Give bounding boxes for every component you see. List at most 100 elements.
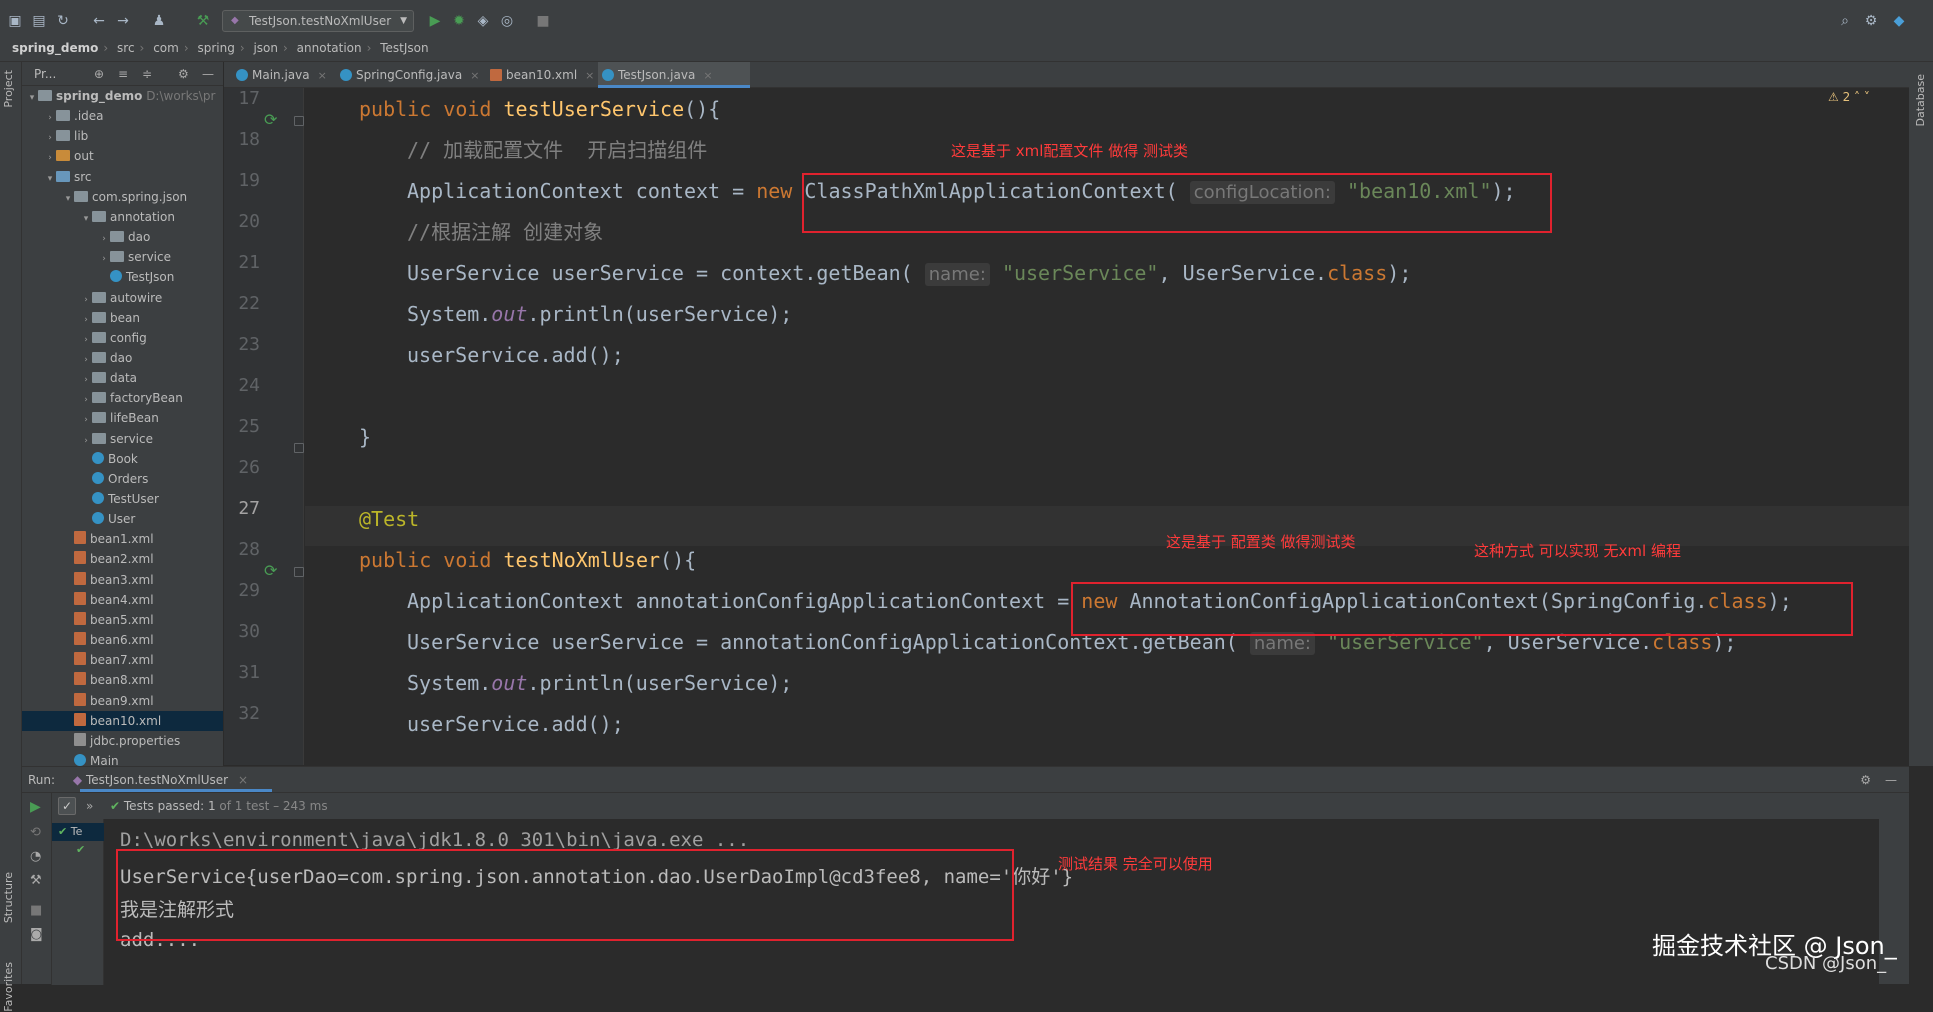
stop-icon[interactable]: ■ — [534, 12, 552, 30]
tree-item[interactable]: TestJson — [22, 267, 223, 287]
tree-item[interactable]: Main — [22, 751, 223, 766]
chevron-right-icon[interactable]: › — [80, 310, 92, 330]
locate-icon[interactable]: ⊕ — [94, 62, 104, 86]
tree-item[interactable]: bean8.xml — [22, 670, 223, 690]
tree-item[interactable]: ▾ src — [22, 167, 223, 189]
favorites-tool-tab[interactable]: Favorites — [2, 962, 15, 1012]
tree-item[interactable]: bean4.xml — [22, 590, 223, 610]
tree-item[interactable]: › lib — [22, 126, 223, 148]
chevron-right-icon[interactable]: › — [80, 431, 92, 451]
tree-item[interactable]: › data — [22, 368, 223, 390]
tree-item[interactable]: bean6.xml — [22, 630, 223, 650]
tree-item[interactable]: › autowire — [22, 288, 223, 308]
tree-item[interactable]: › config — [22, 328, 223, 350]
sync-icon[interactable]: ↻ — [54, 12, 72, 30]
structure-tool-tab[interactable]: Structure — [2, 872, 15, 923]
fold-icon[interactable] — [294, 116, 304, 126]
breadcrumb-item[interactable]: com — [153, 41, 179, 55]
fold-icon[interactable] — [294, 567, 304, 577]
tree-item[interactable]: › service — [22, 429, 223, 451]
chevron-right-icon[interactable]: › — [80, 350, 92, 370]
close-icon[interactable]: × — [470, 69, 479, 82]
project-tool-tab[interactable]: Project — [2, 70, 15, 108]
plugin-icon[interactable]: ◆ — [1890, 12, 1908, 30]
tree-item[interactable]: › .idea — [22, 106, 223, 128]
tree-item[interactable]: bean3.xml — [22, 570, 223, 590]
wrench-icon[interactable]: ⚒ — [30, 873, 42, 888]
collapse-all-icon[interactable]: ≑ — [142, 62, 152, 86]
warnings-indicator[interactable]: ⚠ 2 ˄ ˅ — [1828, 90, 1870, 104]
minimize-icon[interactable]: — — [1885, 767, 1897, 793]
breadcrumb-item[interactable]: src — [117, 41, 135, 55]
tree-item[interactable]: › dao — [22, 227, 223, 249]
show-passed-toggle[interactable]: ✓ — [58, 797, 76, 815]
close-icon[interactable]: × — [238, 773, 248, 787]
rerun-failed-icon[interactable]: ⟲ — [30, 825, 41, 840]
chevron-down-icon[interactable]: ▾ — [26, 88, 38, 108]
coverage-icon[interactable]: ◈ — [474, 12, 492, 30]
chevron-down-icon[interactable]: ▾ — [44, 169, 56, 189]
tree-item[interactable]: › lifeBean — [22, 408, 223, 430]
chevron-right-icon[interactable]: › — [98, 229, 110, 249]
tree-item[interactable]: ▾ annotation — [22, 207, 223, 229]
run-tab-label[interactable]: TestJson.testNoXmlUser — [86, 773, 228, 787]
tree-item[interactable]: jdbc.properties — [22, 731, 223, 751]
test-tree-item[interactable]: ✔ Te — [52, 823, 104, 841]
project-view-select[interactable]: Pr... — [34, 67, 56, 81]
tree-item[interactable]: Book — [22, 449, 223, 469]
settings-gear-icon[interactable]: ⚙ — [1862, 12, 1880, 30]
chevron-right-icon[interactable]: › — [44, 108, 56, 128]
breadcrumb-item[interactable]: json — [253, 41, 278, 55]
tree-item[interactable]: bean7.xml — [22, 650, 223, 670]
chevron-right-icon[interactable]: › — [80, 410, 92, 430]
back-icon[interactable]: ← — [90, 12, 108, 30]
tree-item[interactable]: › bean — [22, 308, 223, 330]
chevron-right-icon[interactable]: › — [80, 390, 92, 410]
forward-icon[interactable]: → — [114, 12, 132, 30]
chevron-down-icon[interactable]: ▾ — [80, 209, 92, 229]
breadcrumb-item[interactable]: annotation — [297, 41, 362, 55]
more-icon[interactable]: » — [86, 793, 93, 819]
run-icon[interactable]: ▶ — [426, 12, 444, 30]
minimize-icon[interactable]: — — [202, 62, 214, 86]
tab-main-java[interactable]: Main.java × — [232, 62, 327, 88]
breadcrumb-item[interactable]: spring_demo — [12, 41, 98, 55]
chevron-right-icon[interactable]: › — [44, 128, 56, 148]
build-hammer-icon[interactable]: ⚒ — [194, 12, 212, 30]
camera-icon[interactable]: ◙ — [30, 927, 43, 942]
breadcrumb-item[interactable]: TestJson — [380, 41, 428, 55]
close-icon[interactable]: × — [318, 69, 327, 82]
tab-bean10-xml[interactable]: bean10.xml × — [486, 62, 594, 88]
tree-item[interactable]: › service — [22, 247, 223, 267]
open-folder-icon[interactable]: ▣ — [6, 12, 24, 30]
debug-icon[interactable]: ✹ — [450, 12, 468, 30]
toggle-auto-test-icon[interactable]: ◔ — [30, 849, 41, 864]
profile-icon[interactable]: ◎ — [498, 12, 516, 30]
stop-icon[interactable]: ■ — [30, 903, 42, 918]
tree-item[interactable]: bean10.xml — [22, 710, 223, 731]
rerun-icon[interactable]: ▶ — [30, 799, 41, 815]
tree-item[interactable]: › out — [22, 146, 223, 168]
run-configuration-select[interactable]: ◆ TestJson.testNoXmlUser ▼ — [222, 10, 414, 32]
search-icon[interactable]: ⌕ — [1836, 12, 1854, 30]
expand-all-icon[interactable]: ≡ — [118, 62, 128, 86]
tree-item[interactable]: TestUser — [22, 489, 223, 509]
tree-item[interactable]: bean2.xml — [22, 549, 223, 569]
tree-item[interactable]: bean9.xml — [22, 691, 223, 711]
chevron-right-icon[interactable]: › — [80, 370, 92, 390]
chevron-down-icon[interactable]: ▾ — [62, 189, 74, 209]
settings-gear-icon[interactable]: ⚙ — [1860, 767, 1871, 793]
gear-icon[interactable]: ⚙ — [178, 62, 189, 86]
fold-icon[interactable] — [294, 443, 304, 453]
code-editor[interactable]: public void testUserService(){ // 加载配置文件… — [305, 88, 1909, 765]
tree-item[interactable]: bean1.xml — [22, 529, 223, 549]
tree-item[interactable]: Orders — [22, 469, 223, 489]
chevron-right-icon[interactable]: › — [44, 148, 56, 168]
run-test-icon[interactable]: ⟳ — [264, 110, 277, 129]
tab-springconfig-java[interactable]: SpringConfig.java × — [336, 62, 479, 88]
close-icon[interactable]: × — [703, 69, 712, 82]
tree-item[interactable]: User — [22, 509, 223, 529]
chevron-right-icon[interactable]: › — [80, 330, 92, 350]
tree-item[interactable]: ▾ spring_demo D:\works\pr — [22, 86, 223, 108]
breadcrumb-item[interactable]: spring — [197, 41, 234, 55]
